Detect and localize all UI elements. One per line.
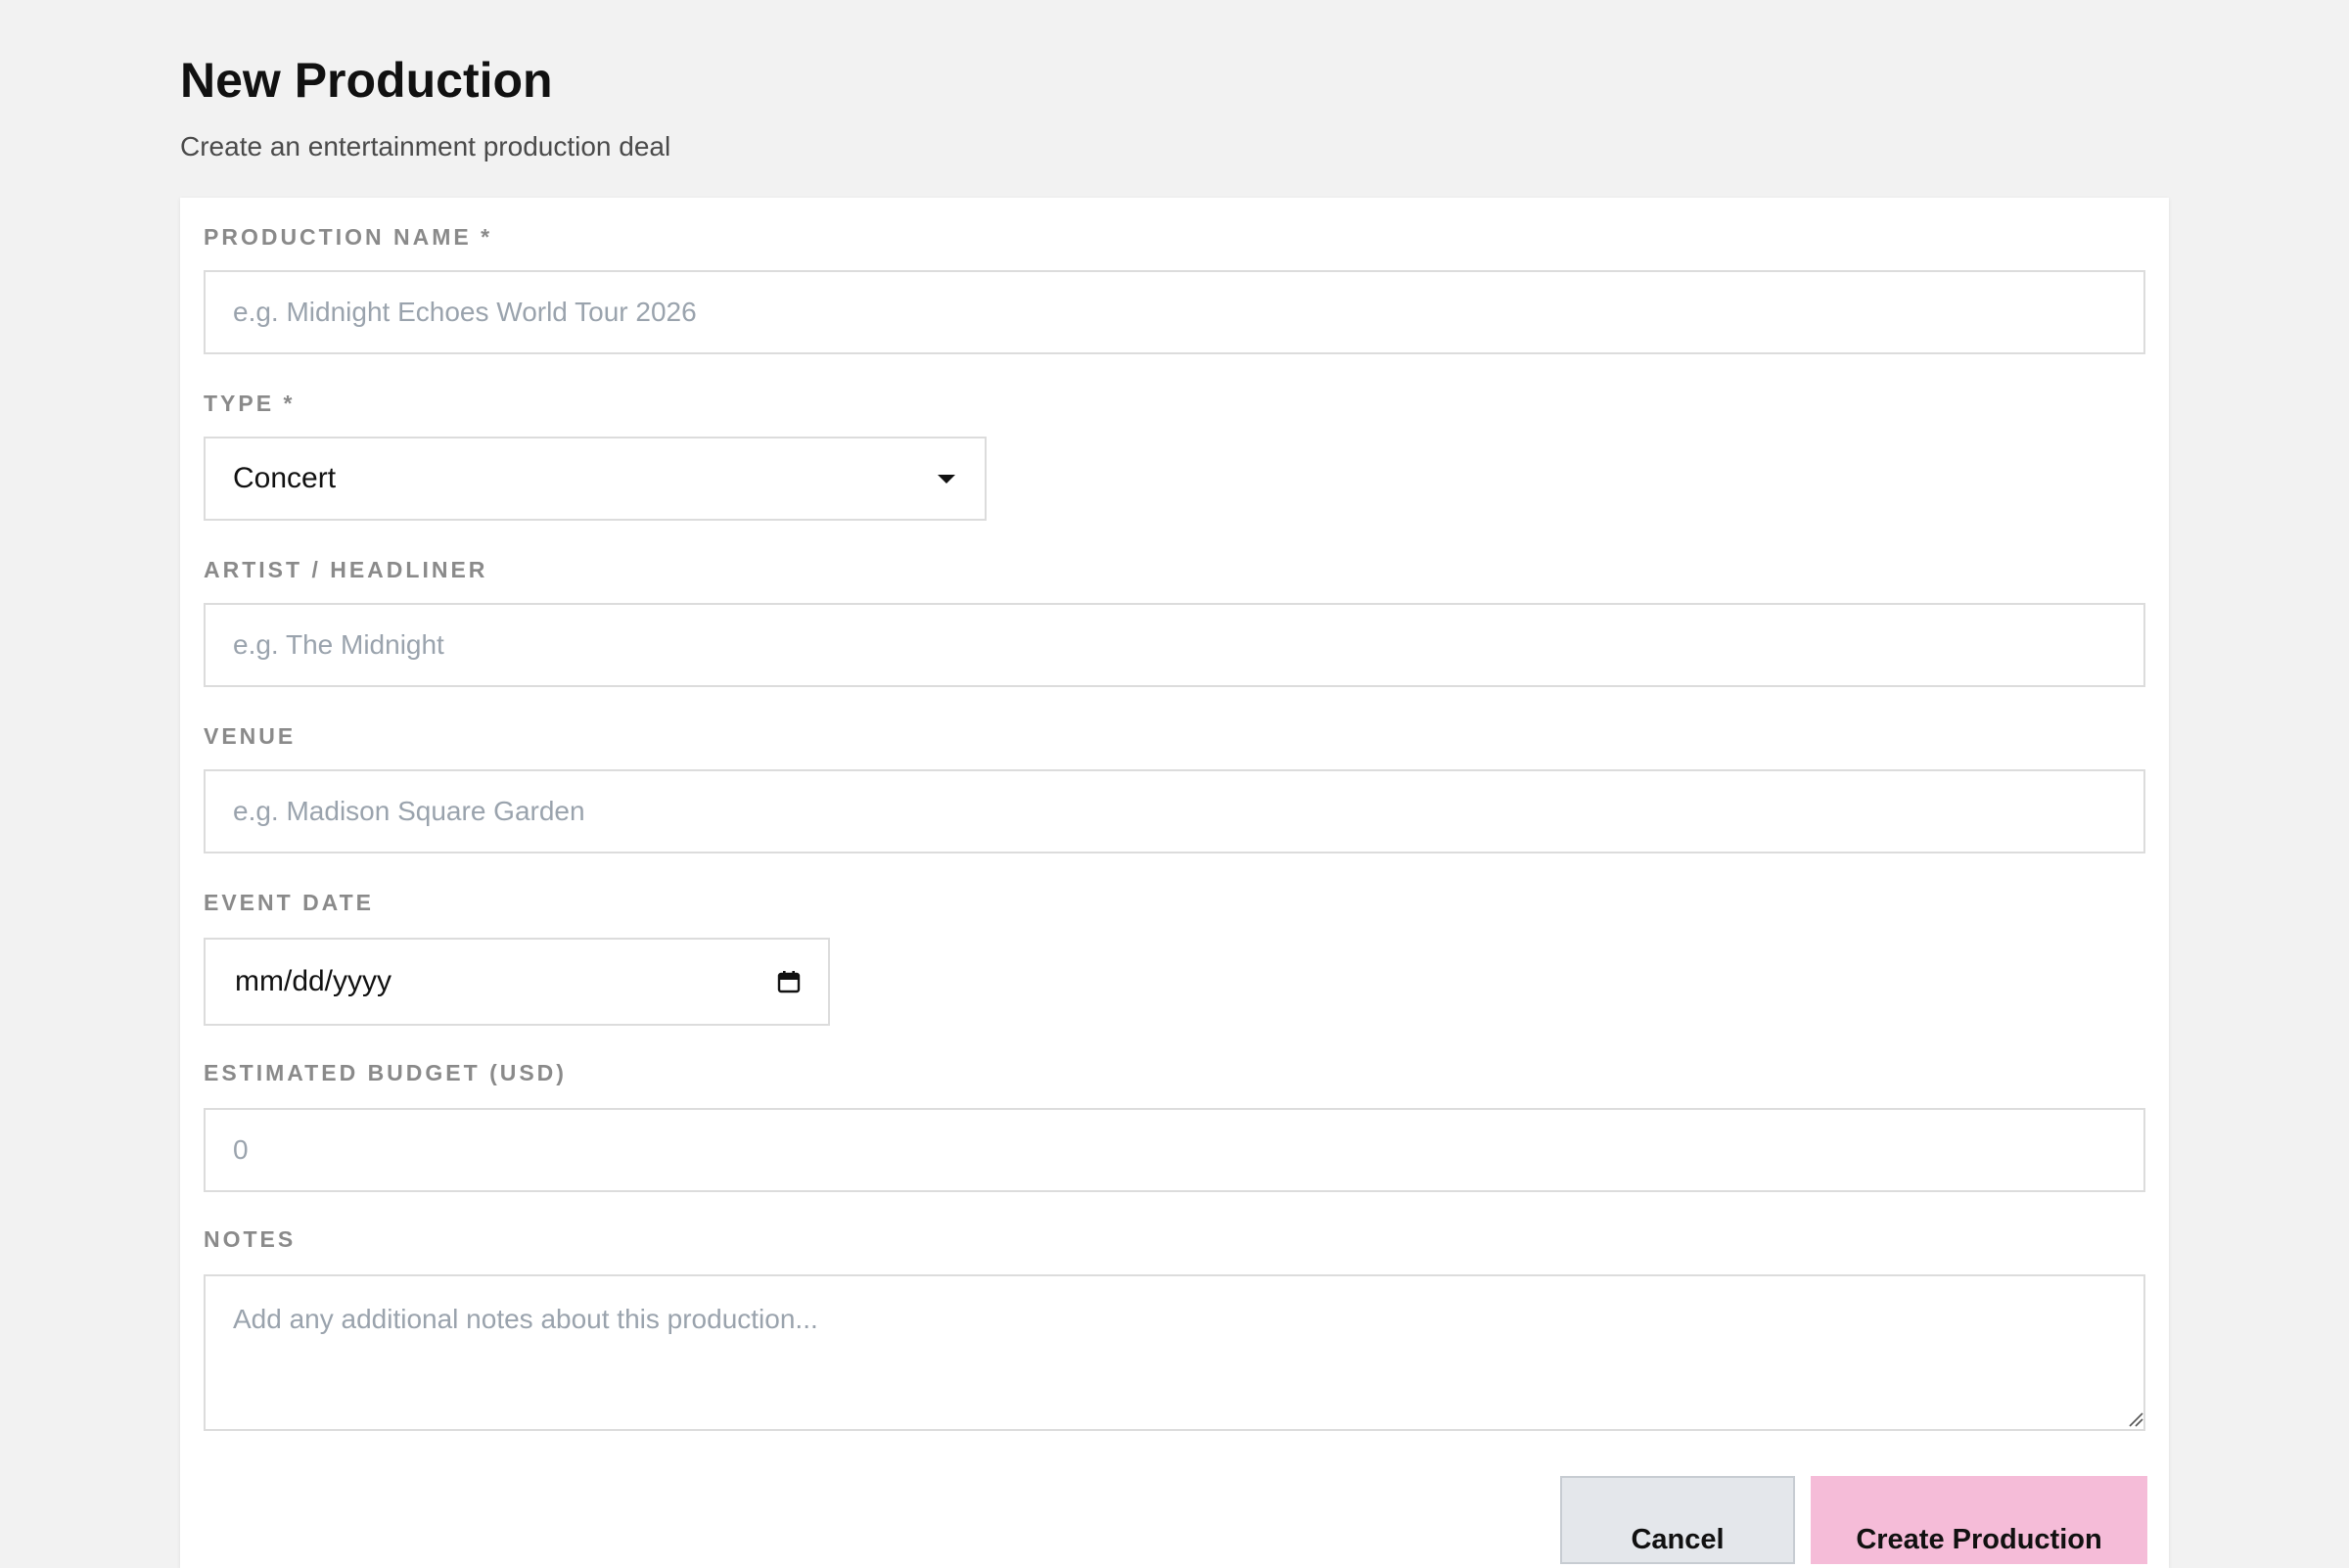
event-date-value: mm/dd/yyyy <box>235 965 392 997</box>
artist-input[interactable] <box>204 603 2145 687</box>
budget-label: ESTIMATED BUDGET (USD) <box>204 1060 567 1085</box>
event-date-input[interactable]: mm/dd/yyyy <box>204 938 830 1026</box>
notes-label: NOTES <box>204 1226 297 1252</box>
cancel-button[interactable]: Cancel <box>1560 1476 1795 1564</box>
artist-label: ARTIST / HEADLINER <box>204 557 488 582</box>
notes-textarea[interactable] <box>204 1274 2145 1431</box>
venue-label: VENUE <box>204 723 297 749</box>
production-name-input[interactable] <box>204 270 2145 354</box>
chevron-down-icon <box>938 474 955 484</box>
type-select-value: Concert <box>233 462 337 494</box>
production-form: PRODUCTION NAME * TYPE * Concert ARTIST … <box>180 198 2169 1568</box>
venue-input[interactable] <box>204 769 2145 853</box>
resize-handle-icon[interactable] <box>2128 1411 2143 1427</box>
calendar-icon[interactable] <box>777 970 801 993</box>
page-title: New Production <box>180 53 553 108</box>
production-name-label: PRODUCTION NAME * <box>204 224 493 250</box>
budget-input[interactable] <box>204 1108 2145 1192</box>
type-select[interactable]: Concert <box>204 437 987 521</box>
type-label: TYPE * <box>204 391 296 416</box>
create-production-button[interactable]: Create Production <box>1811 1476 2147 1564</box>
page-subtitle: Create an entertainment production deal <box>180 131 671 161</box>
event-date-label: EVENT DATE <box>204 890 374 915</box>
